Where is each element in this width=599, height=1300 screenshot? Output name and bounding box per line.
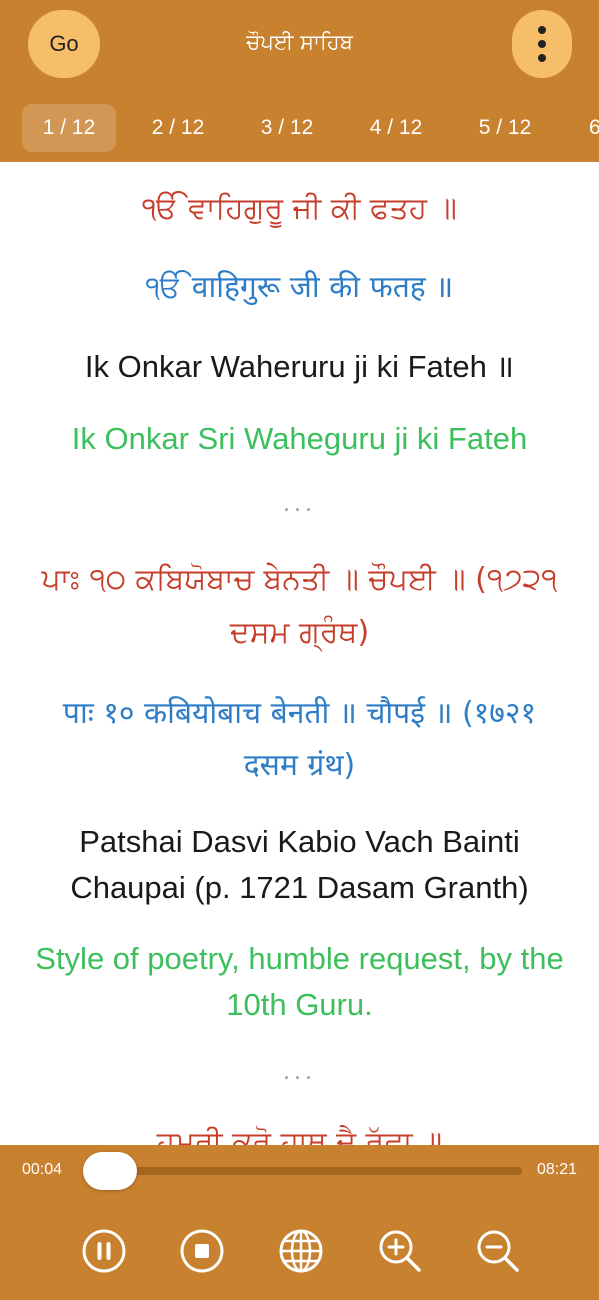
verse-separator-2: ... [283,1060,316,1085]
tab-page-5[interactable]: 5 / 12 [458,104,552,152]
app-header: Go ਚੌਪਈ ਸਾਹਿਬ 1 / 12 2 / 12 3 / 12 4 / 1… [0,0,599,162]
zoom-in-icon[interactable] [376,1227,424,1275]
verse-1-hindi: ੴ वाहिगुरू जी की फतह ॥ [145,270,454,305]
verse-1-english: Ik Onkar Sri Waheguru ji ki Fateh [71,421,528,456]
stop-icon[interactable] [178,1227,226,1275]
tab-page-3[interactable]: 3 / 12 [240,104,334,152]
pause-icon[interactable] [80,1227,128,1275]
zoom-out-icon[interactable] [474,1227,522,1275]
more-vertical-icon [538,26,546,62]
verse-2-gurmukhi-line-2: ਦਸਮ ਗ੍ਰੰਥ) [229,615,370,650]
verse-2-english-line-2: 10th Guru. [226,987,373,1022]
progress-track[interactable] [100,1167,522,1175]
verse-2-hindi-line-1: पाः १० कबियोबाच बेनती ॥ चौपई ॥ (१७२१ [62,696,537,731]
verse-2-transliteration-line-2: Chaupai (p. 1721 Dasam Granth) [70,870,529,905]
verse-1-transliteration: Ik Onkar Waheruru ji ki Fateh ॥ [84,349,515,384]
page-title: ਚੌਪਈ ਸਾਹਿਬ [246,30,353,54]
tab-page-6[interactable]: 6 [567,104,599,152]
current-time: 00:04 [22,1161,63,1178]
tab-page-2[interactable]: 2 / 12 [131,104,225,152]
verse-content[interactable]: ੴ ਵਾਹਿਗੁਰੂ ਜੀ ਕੀ ਫਤਹ ॥ ੴ वाहिगुरू जी की … [0,162,599,1145]
verse-2-english-line-1: Style of poetry, humble request, by the [35,941,564,976]
verse-separator: ... [283,492,316,517]
audio-player: 00:04 08:21 [0,1145,599,1300]
globe-icon[interactable] [277,1227,325,1275]
progress-thumb[interactable] [83,1152,138,1190]
more-options-button[interactable] [512,10,572,78]
tab-page-1[interactable]: 1 / 12 [22,104,116,152]
verse-2-transliteration-line-1: Patshai Dasvi Kabio Vach Bainti [79,824,520,859]
verse-2-gurmukhi-line-1: ਪਾਃ ੧੦ ਕਬਿਯੋਬਾਚ ਬੇਨਤੀ ॥ ਚੌਪਈ ॥ (੧੭੨੧ [41,562,558,597]
tab-page-4[interactable]: 4 / 12 [349,104,443,152]
total-time: 08:21 [536,1161,577,1178]
verse-1-gurmukhi: ੴ ਵਾਹਿਗੁਰੂ ਜੀ ਕੀ ਫਤਹ ॥ [142,191,457,226]
verse-3-gurmukhi: ਹਮਰੀ ਕਰੋ ਹਾਥ ਦੈ ਰੱਛਾ ॥ [156,1125,443,1145]
verse-2-hindi-line-2: दसम ग्रंथ) [243,748,356,783]
page-tabs: 1 / 12 2 / 12 3 / 12 4 / 12 5 / 12 6 [0,104,599,156]
